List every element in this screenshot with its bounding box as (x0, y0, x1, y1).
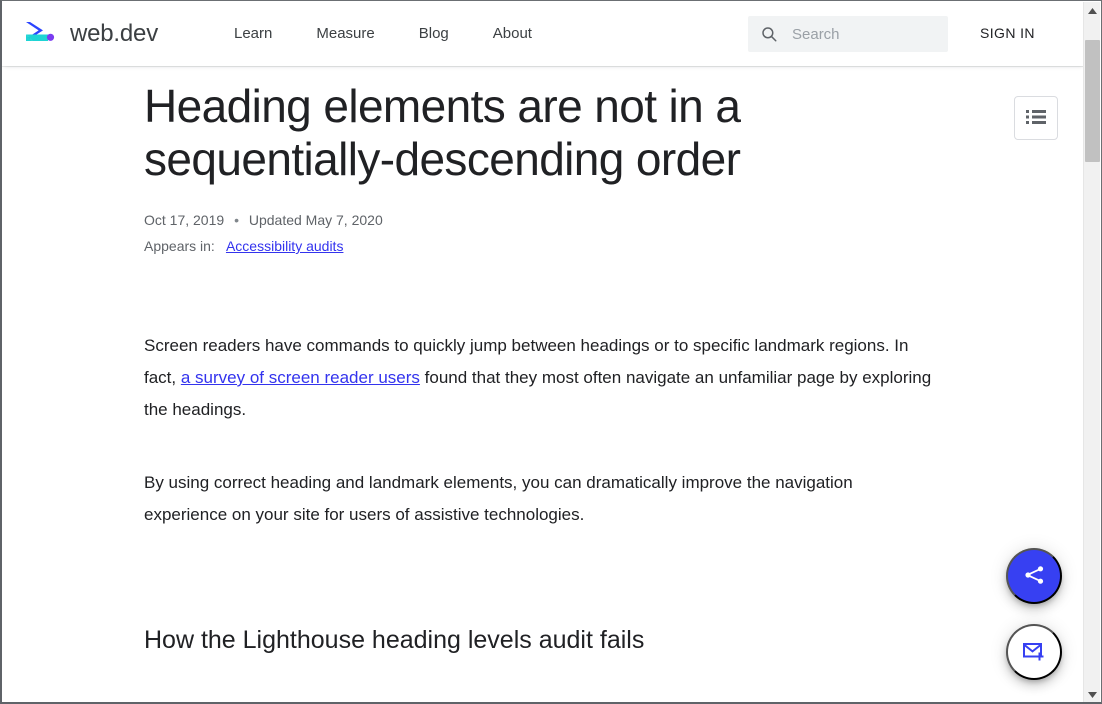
search-input[interactable] (792, 26, 942, 43)
section-heading: How the Lighthouse heading levels audit … (144, 572, 934, 656)
appears-in-label: Appears in: (144, 238, 215, 254)
brand-name: web.dev (70, 20, 158, 48)
updated-date: Updated May 7, 2020 (249, 212, 383, 228)
scrollbar-thumb[interactable] (1085, 40, 1100, 162)
survey-link[interactable]: a survey of screen reader users (181, 368, 420, 387)
search-icon (760, 25, 778, 43)
nav-item-learn[interactable]: Learn (234, 25, 272, 42)
vertical-scrollbar[interactable] (1083, 2, 1100, 703)
nav-item-about[interactable]: About (493, 25, 532, 42)
nav-item-measure[interactable]: Measure (316, 25, 374, 42)
appears-in-link[interactable]: Accessibility audits (226, 238, 344, 254)
sign-in-button[interactable]: SIGN IN (980, 25, 1035, 41)
paragraph-3: Lighthouse flags pages whose headings sk… (144, 697, 934, 702)
byline-separator: • (234, 212, 239, 228)
body-copy: Screen readers have commands to quickly … (144, 330, 934, 702)
published-date: Oct 17, 2019 (144, 212, 224, 228)
site-header: web.dev Learn Measure Blog About SIGN IN (2, 1, 1085, 66)
webdev-chevron-logo-icon (24, 19, 58, 49)
scroll-up-arrow[interactable] (1084, 2, 1101, 19)
share-icon (1022, 563, 1046, 590)
share-button[interactable] (1006, 548, 1062, 604)
nav-item-blog[interactable]: Blog (419, 25, 449, 42)
page-viewport: web.dev Learn Measure Blog About SIGN IN (2, 1, 1085, 702)
table-of-contents-button[interactable] (1014, 96, 1058, 140)
brand-home-link[interactable]: web.dev (24, 19, 158, 49)
subscribe-button[interactable] (1006, 624, 1062, 680)
paragraph-1: Screen readers have commands to quickly … (144, 330, 934, 426)
mail-plus-icon (1021, 639, 1047, 666)
scroll-down-arrow[interactable] (1084, 686, 1101, 703)
browser-window: web.dev Learn Measure Blog About SIGN IN (0, 0, 1102, 704)
page-title: Heading elements are not in a sequential… (144, 66, 784, 186)
paragraph-2: By using correct heading and landmark el… (144, 467, 934, 531)
search-box[interactable] (748, 16, 948, 52)
list-bullet-icon (1026, 109, 1046, 128)
appears-in-row: Appears in: Accessibility audits (144, 234, 1045, 258)
article-content: Heading elements are not in a sequential… (2, 66, 1085, 702)
main-nav: Learn Measure Blog About (234, 25, 532, 42)
byline: Oct 17, 2019 • Updated May 7, 2020 (144, 208, 1045, 232)
